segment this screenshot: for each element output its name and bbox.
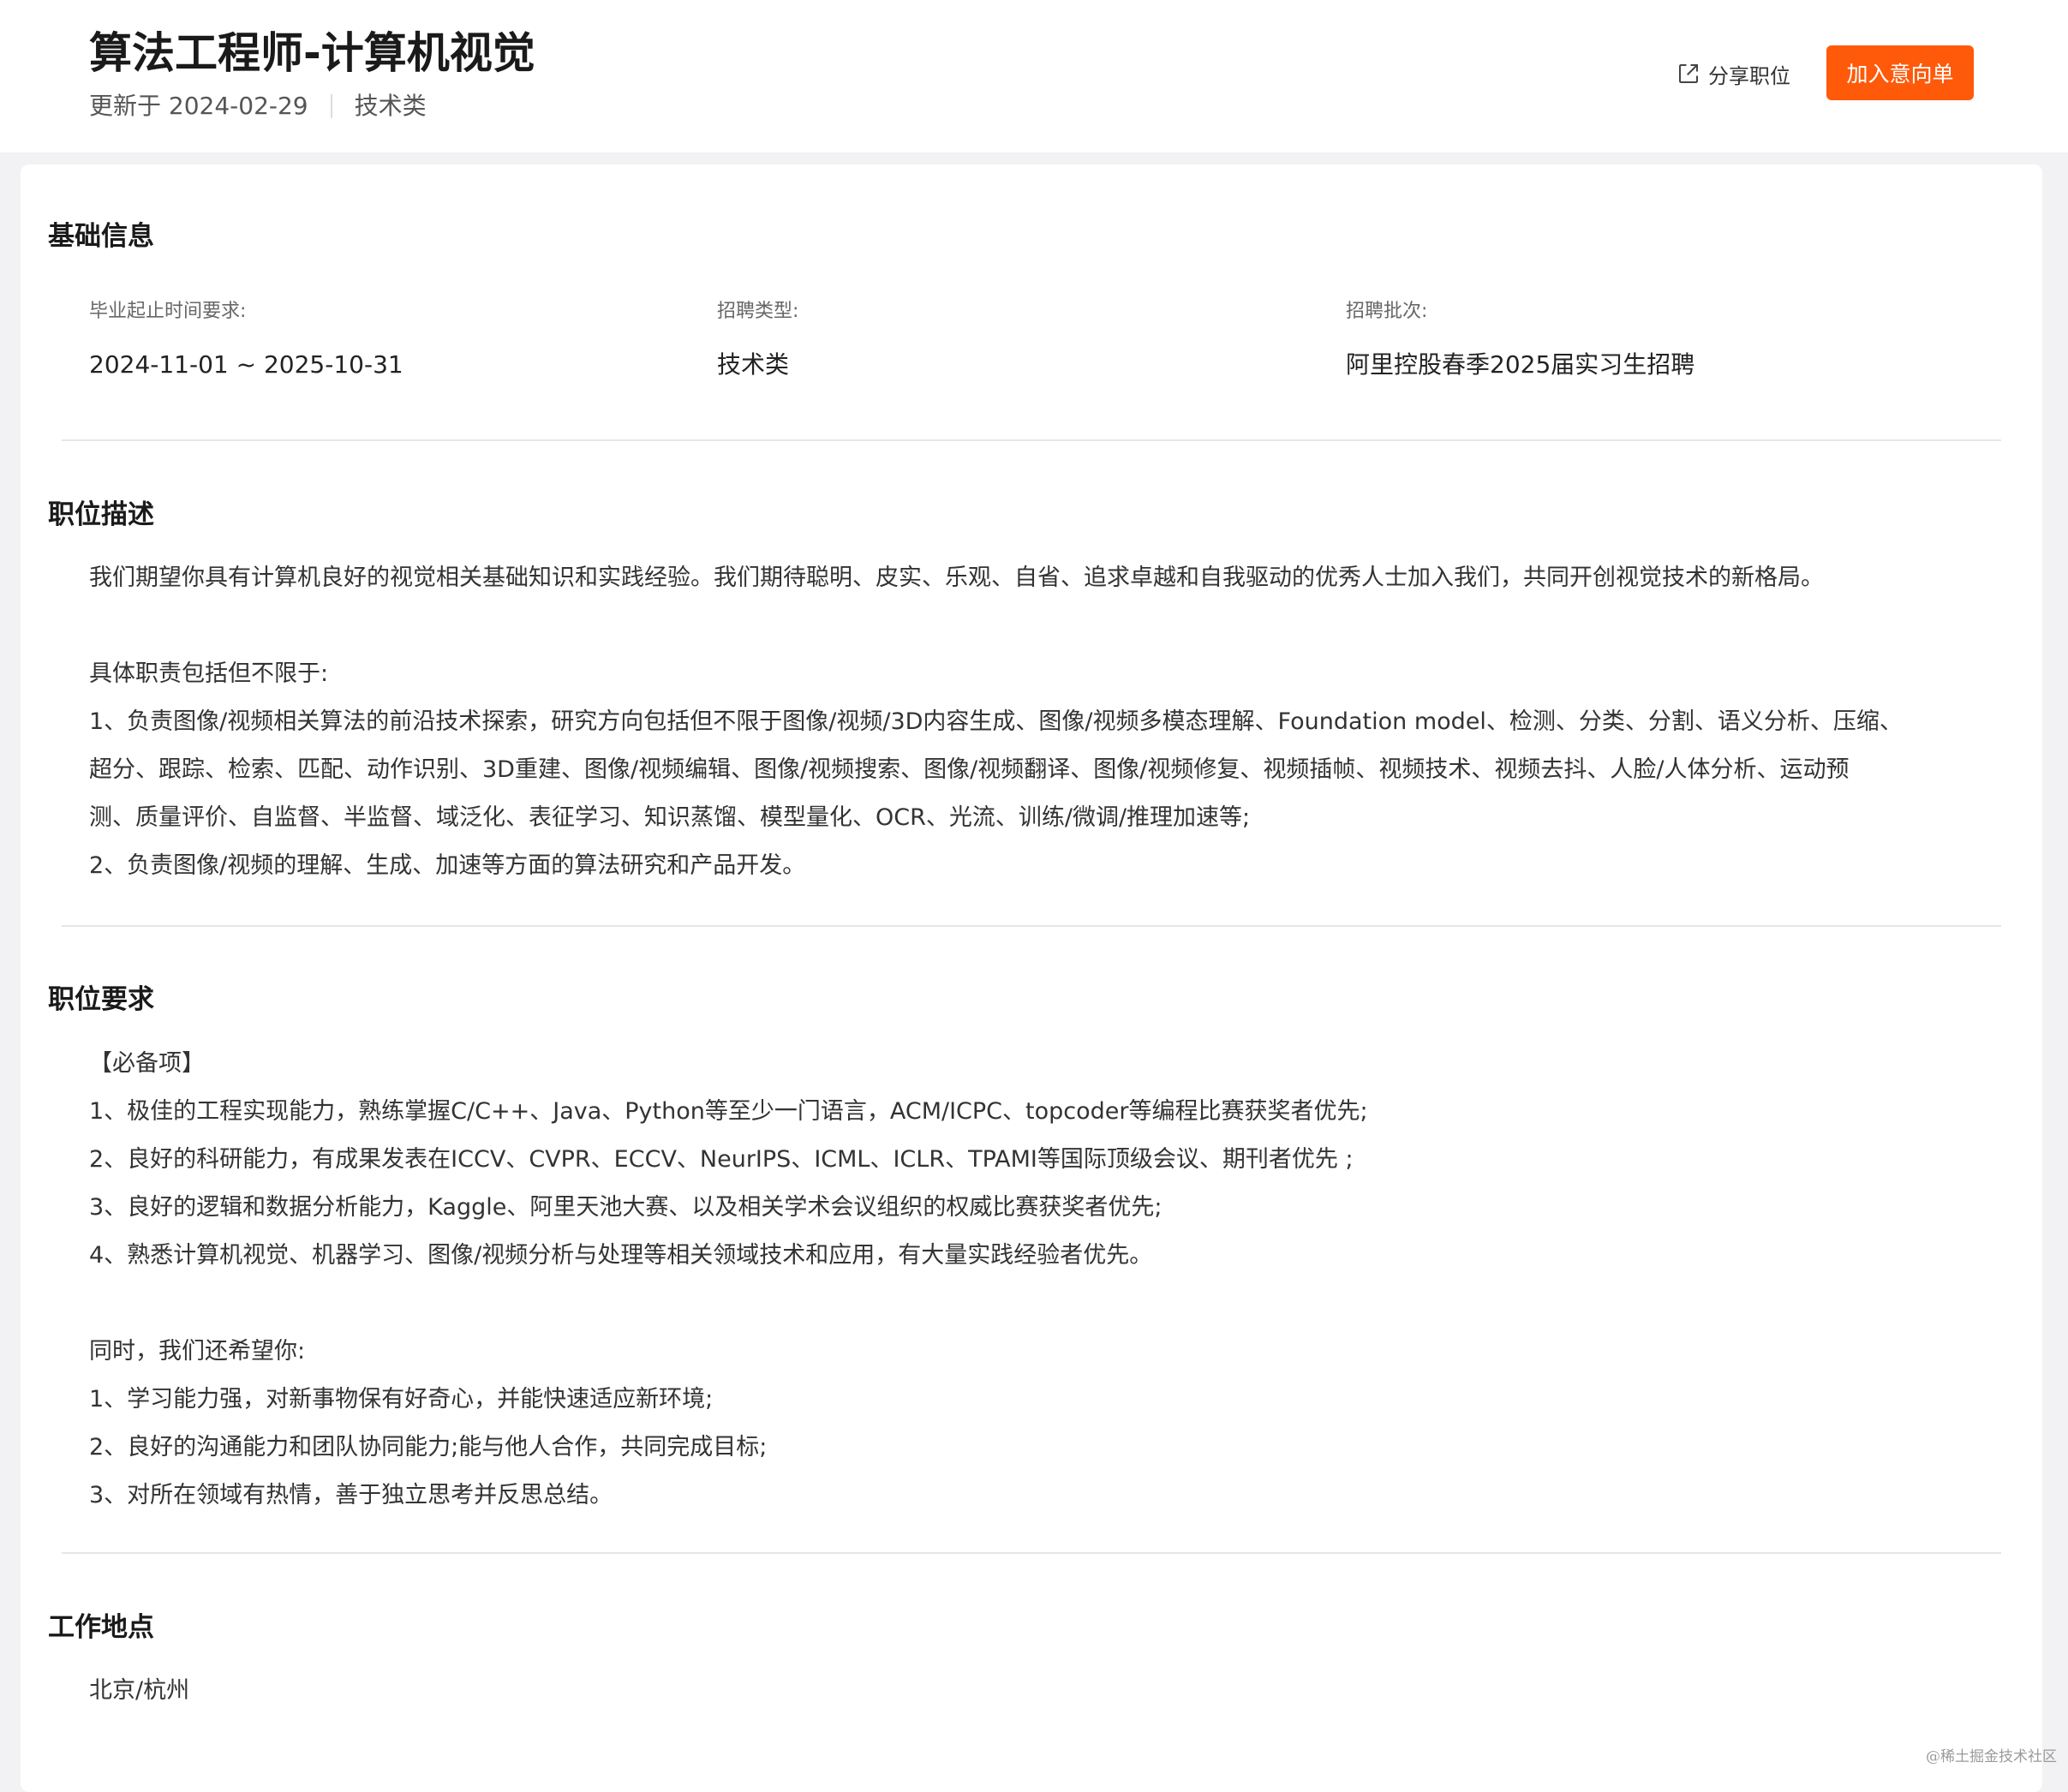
description-line: 2、负责图像/视频的理解、生成、加速等方面的算法研究和产品开发。 (89, 852, 806, 879)
share-job-button[interactable]: 分享职位 (1676, 57, 1790, 91)
requirement-line: 3、良好的逻辑和数据分析能力，Kaggle、阿里天池大赛、以及相关学术会议组织的… (89, 1194, 1163, 1221)
requirement-line (89, 1280, 1991, 1328)
description-line: 1、负责图像/视频相关算法的前沿技术探索，研究方向包括但不限于图像/视频/3D内… (89, 708, 1903, 735)
field-value: 阿里控股春季2025届实习生招聘 (1346, 350, 1695, 379)
basic-info-title: 基础信息 (48, 221, 154, 252)
requirements-title: 职位要求 (48, 984, 154, 1015)
requirement-line: 2、良好的沟通能力和团队协同能力;能与他人合作，共同完成目标; (89, 1434, 768, 1460)
field-label: 招聘类型: (717, 301, 799, 322)
page-title: 算法工程师-计算机视觉 (89, 28, 535, 78)
description-line: 测、质量评价、自监督、半监督、域泛化、表征学习、知识蒸馏、模型量化、OCR、光流… (89, 804, 1251, 831)
location-body: 北京/杭州 (89, 1667, 1991, 1715)
description-line: 我们期望你具有计算机良好的视觉相关基础知识和实践经验。我们期待聪明、皮实、乐观、… (89, 564, 1824, 591)
field-value: 2024-11-01 ~ 2025-10-31 (89, 350, 403, 379)
description-title: 职位描述 (48, 499, 154, 530)
external-share-icon (1679, 64, 1698, 83)
section-divider (62, 925, 2001, 927)
requirements-body: 【必备项】 1、极佳的工程实现能力，熟练掌握C/C++、Java、Python等… (89, 1040, 1991, 1520)
meta-divider (330, 94, 332, 118)
description-body: 我们期望你具有计算机良好的视觉相关基础知识和实践经验。我们期待聪明、皮实、乐观、… (89, 554, 1991, 890)
requirement-line: 1、学习能力强，对新事物保有好奇心，并能快速适应新环境; (89, 1386, 714, 1413)
requirement-line: 同时，我们还希望你: (89, 1338, 306, 1365)
requirement-line: 【必备项】 (89, 1050, 205, 1077)
requirement-line: 2、良好的科研能力，有成果发表在ICCV、CVPR、ECCV、NeurIPS、I… (89, 1146, 1354, 1173)
description-line: 具体职责包括但不限于: (89, 660, 329, 687)
recruit-type-field: 招聘类型: 技术类 (717, 298, 798, 382)
field-label: 招聘批次: (1346, 301, 1428, 322)
section-divider (62, 1552, 2001, 1554)
requirement-line: 1、极佳的工程实现能力，熟练掌握C/C++、Java、Python等至少一门语言… (89, 1098, 1368, 1125)
section-divider (62, 439, 2001, 441)
requirement-line: 4、熟悉计算机视觉、机器学习、图像/视频分析与处理等相关领域技术和应用，有大量实… (89, 1242, 1153, 1269)
field-label: 毕业起止时间要求: (89, 301, 247, 322)
job-category: 技术类 (354, 92, 427, 120)
field-value: 技术类 (717, 350, 790, 379)
location-value: 北京/杭州 (89, 1677, 190, 1704)
graduation-period-field: 毕业起止时间要求: 2024-11-01 ~ 2025-10-31 (89, 298, 403, 382)
description-line (89, 602, 1991, 650)
updated-date: 更新于 2024-02-29 (89, 92, 308, 120)
requirement-line: 3、对所在领域有热情，善于独立思考并反思总结。 (89, 1482, 613, 1508)
watermark: @稀土掘金技术社区 (1926, 1748, 2057, 1765)
job-header: 算法工程师-计算机视觉 更新于 2024-02-29 技术类 分享职位 加入意向… (0, 0, 2068, 152)
add-to-wishlist-button[interactable]: 加入意向单 (1826, 45, 1974, 100)
share-label: 分享职位 (1708, 63, 1790, 88)
job-meta: 更新于 2024-02-29 技术类 (89, 89, 427, 123)
recruit-batch-field: 招聘批次: 阿里控股春季2025届实习生招聘 (1346, 298, 1694, 382)
description-line: 超分、跟踪、检索、匹配、动作识别、3D重建、图像/视频编辑、图像/视频搜索、图像… (89, 756, 1850, 783)
location-title: 工作地点 (48, 1612, 154, 1643)
job-detail-card: 基础信息 毕业起止时间要求: 2024-11-01 ~ 2025-10-31 招… (21, 164, 2042, 1792)
